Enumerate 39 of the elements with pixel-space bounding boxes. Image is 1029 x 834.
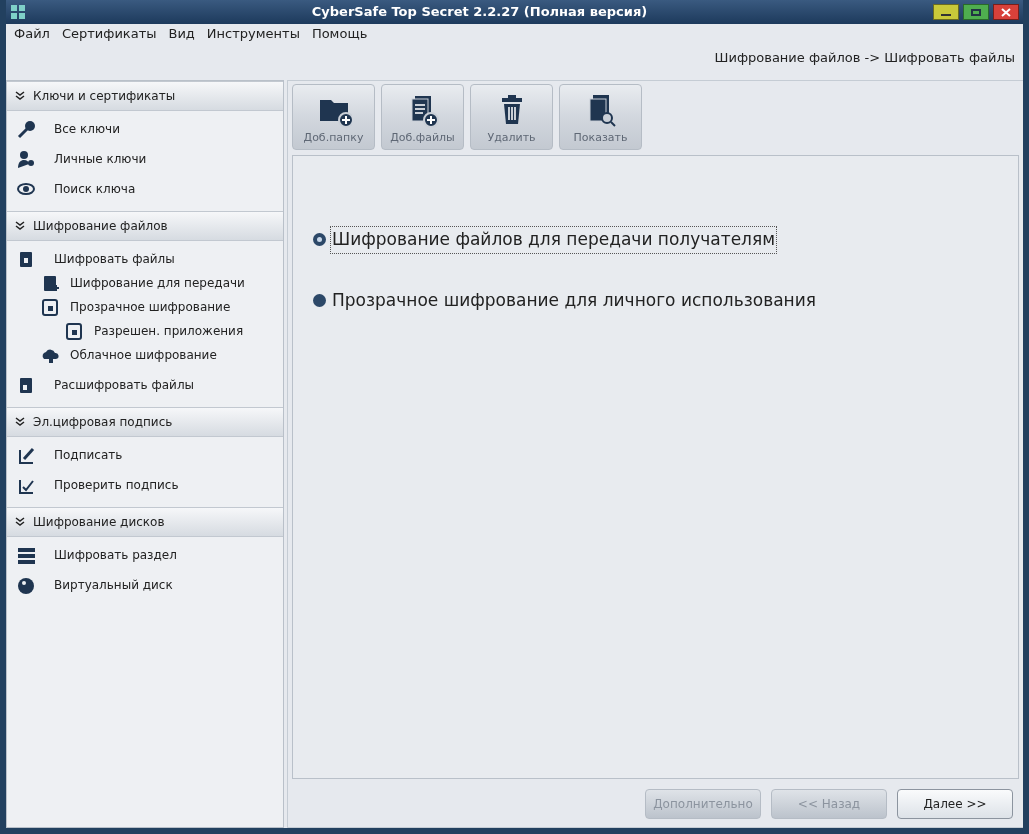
sidebar-item[interactable]: Личные ключи xyxy=(7,147,283,171)
menu-item[interactable]: Сертификаты xyxy=(61,24,157,44)
sidebar-item[interactable]: Шифровать раздел xyxy=(7,543,283,567)
person-key-icon xyxy=(17,149,36,169)
window-title: CyberSafe Top Secret 2.2.27 (Полная версия) xyxy=(311,3,648,22)
key-icon xyxy=(17,119,36,139)
document-lock-icon xyxy=(65,321,84,341)
close-button[interactable] xyxy=(993,4,1019,20)
document-lock-icon xyxy=(41,297,60,317)
sidebar-item[interactable]: Прозрачное шифрование xyxy=(7,295,283,319)
signature-icon xyxy=(17,445,36,465)
sidebar-item[interactable]: Подписать xyxy=(7,443,283,467)
radio-option[interactable]: Прозрачное шифрование для личного использования xyxy=(313,286,1018,314)
sidebar-item[interactable]: Виртуальный диск xyxy=(7,573,283,597)
maximize-button[interactable] xyxy=(963,4,989,20)
section-header[interactable]: Шифрование дисков xyxy=(7,507,283,537)
sidebar-item[interactable]: Поиск ключа xyxy=(7,177,283,201)
sidebar-item[interactable]: Все ключи xyxy=(7,117,283,141)
menu-item[interactable]: Помощь xyxy=(311,24,368,44)
menu-item[interactable]: Вид xyxy=(168,24,195,44)
sidebar-item[interactable]: Расшифровать файлы xyxy=(7,373,283,397)
sidebar-item[interactable]: Шифрование для передачи xyxy=(7,271,283,295)
wizard-button[interactable]: Далее >> xyxy=(897,789,1013,819)
section-header[interactable]: Ключи и сертификаты xyxy=(7,81,283,111)
breadcrumb: Шифрование файлов -> Шифровать файлы xyxy=(714,49,1015,68)
menu-item[interactable]: Инструменты xyxy=(206,24,300,44)
partition-icon xyxy=(17,545,36,565)
disk-icon xyxy=(17,575,36,595)
app-icon xyxy=(10,4,26,20)
sidebar-item[interactable]: Проверить подпись xyxy=(7,473,283,497)
sidebar-item[interactable]: Шифровать файлы xyxy=(7,247,283,271)
close-icon xyxy=(1001,7,1011,17)
section-header[interactable]: Эл.цифровая подпись xyxy=(7,407,283,437)
sidebar-item[interactable]: Разрешен. приложения xyxy=(7,319,283,343)
document-share-icon xyxy=(41,273,60,293)
sidebar-item[interactable]: Облачное шифрование xyxy=(7,343,283,367)
menu-item[interactable]: Файл xyxy=(14,24,50,44)
minimize-button[interactable] xyxy=(933,4,959,20)
section-header[interactable]: Шифрование файлов xyxy=(7,211,283,241)
